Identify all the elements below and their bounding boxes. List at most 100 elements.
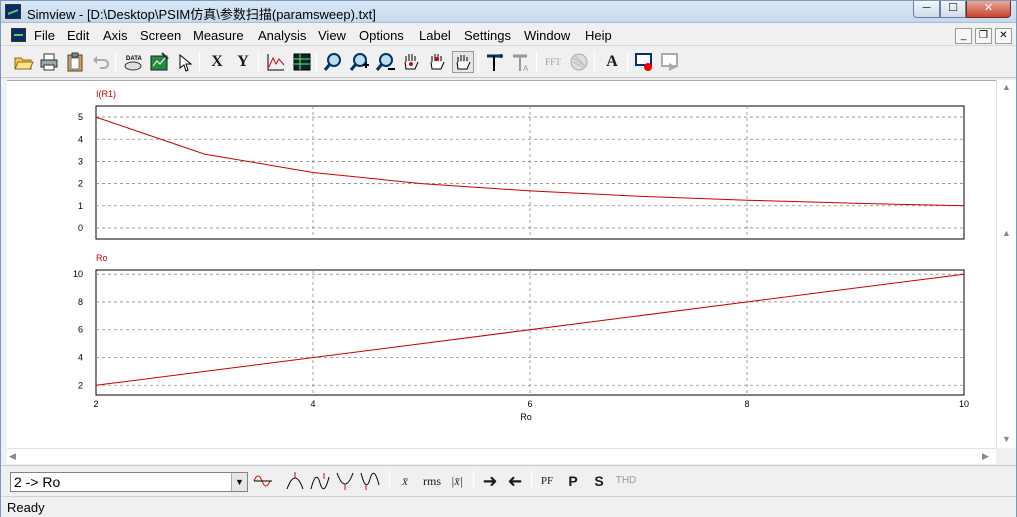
toolbar-separator	[594, 52, 595, 72]
mdi-restore-button[interactable]: ❐	[975, 28, 992, 44]
grab-hand-icon[interactable]	[452, 51, 474, 73]
pan-hand-alt-icon[interactable]	[426, 51, 448, 73]
maximize-button[interactable]: ☐	[940, 1, 966, 18]
y-tick-label: 0	[78, 223, 83, 233]
abs-average-button[interactable]: |x̄|	[446, 470, 468, 492]
toolbar-separator	[473, 470, 474, 490]
menu-bar: File Edit Axis Screen Measure Analysis V…	[1, 24, 1016, 46]
chart-i-r1: I(R1) 0 1 2 3 4 5	[78, 89, 965, 240]
text-icon[interactable]: A	[601, 51, 623, 73]
menu-file[interactable]: File	[34, 28, 55, 43]
s-button[interactable]: S	[589, 470, 609, 492]
menu-help[interactable]: Heip	[585, 28, 612, 43]
menu-options[interactable]: Options	[359, 28, 404, 43]
fft-icon[interactable]: FFT	[542, 51, 564, 73]
print-icon[interactable]	[38, 51, 60, 73]
horizontal-scrollbar[interactable]: ◀ ▶	[7, 448, 996, 464]
y-tick-labels: 0 1 2 3 4 5	[78, 112, 83, 233]
vertical-scrollbar[interactable]: ▲ ▲ ▼	[996, 80, 1016, 448]
close-button[interactable]: ✕	[966, 1, 1011, 18]
average-button[interactable]: x̄	[395, 470, 415, 492]
status-text: Ready	[7, 500, 45, 515]
x-tick-label: 8	[744, 399, 749, 409]
next-max-icon[interactable]	[309, 470, 331, 492]
plot-grid	[96, 106, 964, 239]
toolbar: DATA X Y A FFT A	[1, 47, 1016, 78]
menu-window[interactable]: Window	[524, 28, 570, 43]
max-icon[interactable]	[284, 470, 306, 492]
y-tick-label: 6	[78, 325, 83, 335]
scroll-left-icon[interactable]: ◀	[9, 451, 16, 462]
marker-label-icon[interactable]: A	[510, 51, 532, 73]
y-axis-icon[interactable]: Y	[232, 51, 254, 73]
zoom-icon[interactable]	[322, 51, 344, 73]
window-title: Simview - [D:\Desktop\PSIM仿真\参数扫描(params…	[27, 7, 376, 22]
toolbar-separator	[316, 52, 317, 72]
scroll-down-icon[interactable]: ▼	[1002, 434, 1011, 444]
y-tick-label: 2	[78, 179, 83, 189]
zoom-in-icon[interactable]	[348, 51, 370, 73]
charts-canvas[interactable]: I(R1) 0 1 2 3 4 5 Ro 2 4 6 8 10 2 4 6 8 10 Ro	[7, 81, 996, 449]
screen-record-icon[interactable]	[633, 51, 655, 73]
toolbar-separator	[199, 52, 200, 72]
x-axis-icon[interactable]: X	[206, 51, 228, 73]
menu-analysis[interactable]: Analysis	[258, 28, 306, 43]
arrow-left-icon[interactable]: ➜	[504, 470, 526, 492]
toolbar-separator	[627, 52, 628, 72]
pan-hand-icon[interactable]	[400, 51, 422, 73]
x-tick-label: 10	[959, 399, 969, 409]
pointer-icon[interactable]	[174, 51, 196, 73]
toolbar-separator	[258, 52, 259, 72]
menu-label[interactable]: Label	[419, 28, 451, 43]
table-icon[interactable]	[291, 51, 313, 73]
y-tick-label: 8	[78, 297, 83, 307]
menu-view[interactable]: View	[318, 28, 346, 43]
app-icon	[5, 4, 21, 19]
menu-edit[interactable]: Edit	[67, 28, 89, 43]
toolbar-separator	[389, 470, 390, 490]
menu-screen[interactable]: Screen	[140, 28, 181, 43]
menu-measure[interactable]: Measure	[193, 28, 244, 43]
menu-axis[interactable]: Axis	[103, 28, 128, 43]
curve-select-value: 2 -> Ro	[14, 474, 61, 490]
export-icon[interactable]	[659, 51, 681, 73]
thd-button[interactable]: THD	[613, 470, 639, 492]
open-icon[interactable]	[12, 51, 34, 73]
menu-settings[interactable]: Settings	[464, 28, 511, 43]
clipboard-icon[interactable]	[64, 51, 86, 73]
y-tick-label: 3	[78, 156, 83, 166]
mdi-minimize-button[interactable]: _	[955, 28, 972, 44]
title-bar[interactable]: Simview - [D:\Desktop\PSIM仿真\参数扫描(params…	[1, 1, 1016, 23]
marker-icon[interactable]	[484, 51, 506, 73]
minimize-button[interactable]: ─	[913, 1, 940, 18]
plot-area[interactable]: I(R1) 0 1 2 3 4 5 Ro 2 4 6 8 10 2 4 6 8 10 Ro	[7, 80, 996, 448]
arrow-right-icon[interactable]: ➜	[479, 470, 501, 492]
next-min-icon[interactable]	[359, 470, 381, 492]
curve-select[interactable]: 2 -> Ro ▼	[10, 472, 248, 492]
plot-icon[interactable]	[265, 51, 287, 73]
min-icon[interactable]	[334, 470, 356, 492]
data-icon[interactable]: DATA	[122, 51, 144, 73]
chevron-down-icon[interactable]: ▼	[231, 473, 247, 491]
scroll-right-icon[interactable]: ▶	[982, 451, 989, 462]
mdi-close-button[interactable]: ✕	[995, 28, 1012, 44]
y-tick-label: 4	[78, 134, 83, 144]
p-button[interactable]: P	[563, 470, 583, 492]
rms-button[interactable]: rms	[419, 470, 445, 492]
graph-edit-icon[interactable]	[148, 51, 170, 73]
chart-title: I(R1)	[96, 89, 116, 99]
status-bar: Ready	[1, 496, 1016, 517]
y-tick-label: 4	[78, 353, 83, 363]
zoom-out-icon[interactable]	[374, 51, 396, 73]
pf-button[interactable]: PF	[537, 470, 557, 492]
analysis-bar: 2 -> Ro ▼ x̄ rms |x̄| ➜ ➜ PF P S THD	[1, 465, 1016, 495]
waveform-icon[interactable]	[252, 470, 274, 492]
y-tick-label: 5	[78, 112, 83, 122]
scroll-up-icon[interactable]: ▲	[1002, 82, 1011, 92]
undo-icon[interactable]	[90, 51, 112, 73]
scroll-up-icon[interactable]: ▲	[1002, 228, 1011, 238]
document-icon[interactable]	[11, 28, 26, 42]
x-tick-label: 4	[310, 399, 315, 409]
plot-grid	[96, 270, 964, 395]
phase-icon[interactable]	[568, 51, 590, 73]
